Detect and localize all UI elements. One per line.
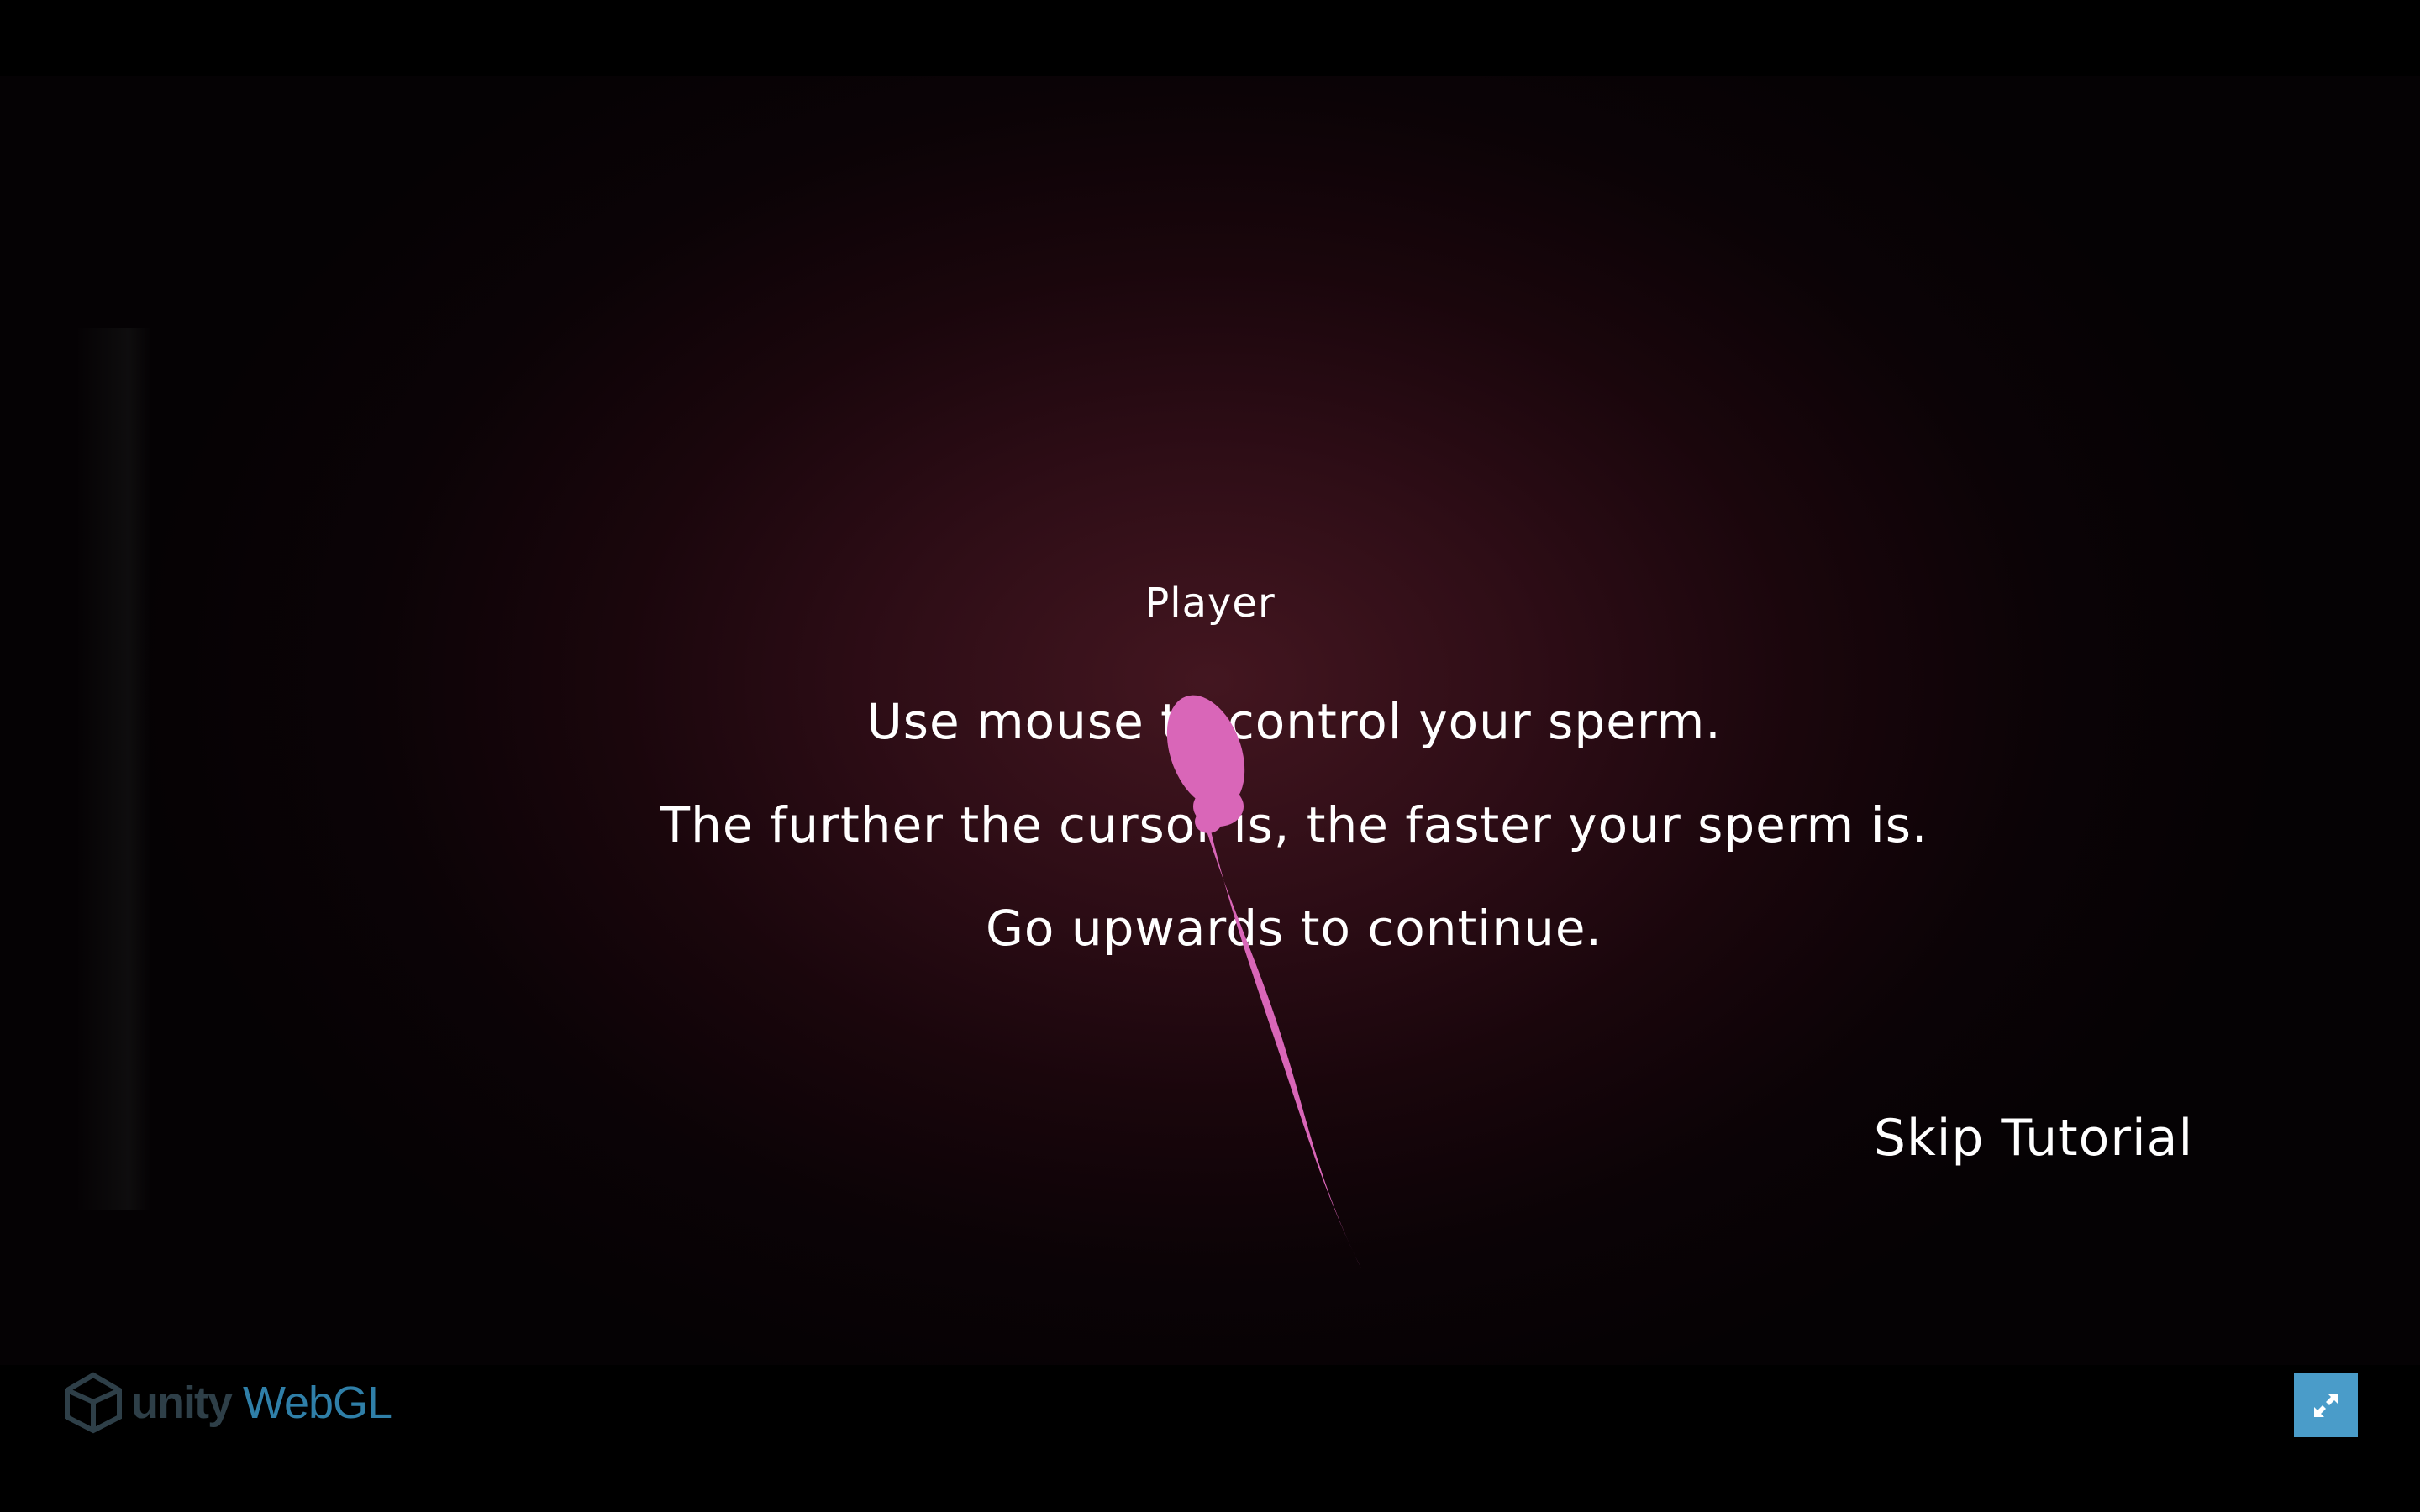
canvas-edge-shading xyxy=(76,328,151,1210)
fullscreen-button[interactable] xyxy=(2294,1373,2358,1437)
game-canvas[interactable]: Player Use mouse to control your sperm. … xyxy=(0,76,2420,1365)
unity-cube-icon xyxy=(65,1372,122,1434)
expand-arrows-icon xyxy=(2314,1394,2338,1417)
skip-tutorial-button[interactable]: Skip Tutorial xyxy=(1849,1109,2218,1168)
sperm-tail xyxy=(1202,815,1361,1268)
sperm-head xyxy=(1166,695,1245,809)
unity-webgl-logo: unity WebGL xyxy=(60,1369,392,1436)
player-sperm xyxy=(1166,695,1361,1268)
page: Player Use mouse to control your sperm. … xyxy=(0,0,2420,1512)
webgl-wordmark: WebGL xyxy=(243,1378,392,1428)
unity-wordmark: unity xyxy=(131,1378,233,1428)
player-label: Player xyxy=(1144,580,1276,627)
